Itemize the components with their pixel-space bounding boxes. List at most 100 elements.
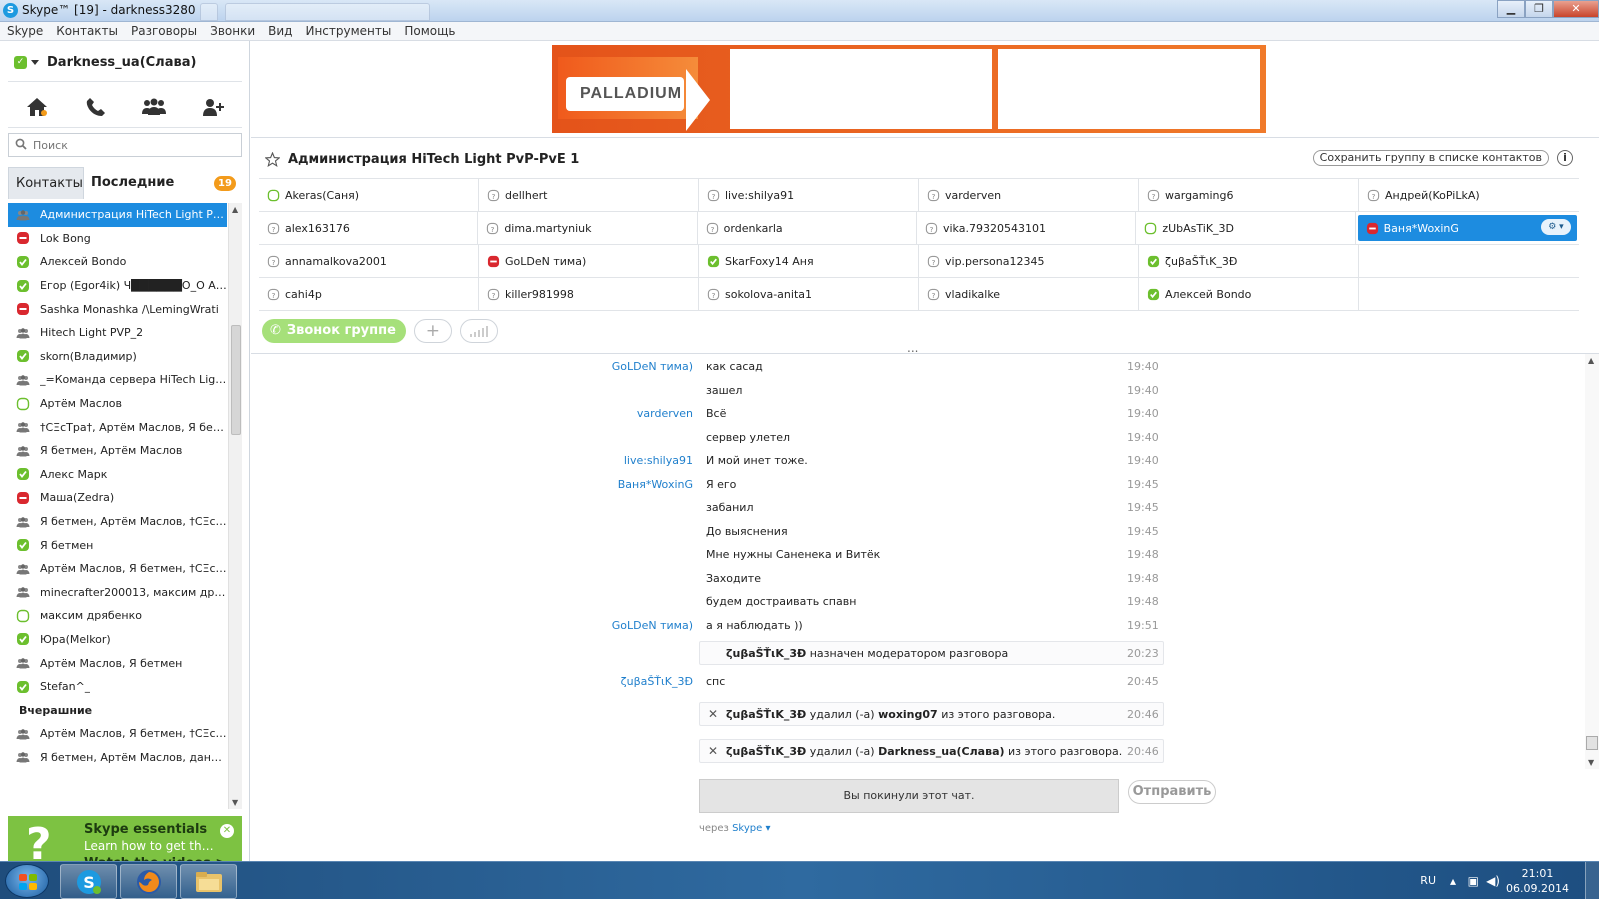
removed-user[interactable]: woxing07	[878, 708, 938, 721]
group-icon[interactable]	[139, 93, 169, 121]
list-item[interactable]: Lok Bong	[8, 227, 227, 251]
online-status-icon[interactable]: ✓	[14, 55, 27, 69]
participant[interactable]: ζuβaŠ̆ŤιK_3Đ	[1139, 245, 1359, 277]
participant[interactable]: ? ordenkarla	[698, 212, 917, 244]
menu-help[interactable]: Помощь	[397, 22, 461, 38]
message-author[interactable]: GoLDeN тима)	[612, 360, 693, 373]
star-icon[interactable]	[265, 151, 280, 167]
scroll-up-icon[interactable]: ▲	[232, 205, 238, 214]
participant[interactable]: SkarFoxy14 Аня	[699, 245, 919, 277]
system-user[interactable]: ζuβaŠ̆ŤιK_3Đ	[726, 745, 806, 758]
participant[interactable]: Алексей Bondo	[1139, 278, 1359, 310]
participant[interactable]: ? dellhert	[479, 179, 699, 211]
participant[interactable]: ? vip.persona12345	[919, 245, 1139, 277]
list-item[interactable]: Я бетмен, Артём Маслов, данил, ...	[8, 746, 227, 770]
list-item[interactable]: Sashka Monashka /\LemingWrati	[8, 297, 227, 321]
list-item[interactable]: Егор (Egor4ik) Ч██████О_О Акинин	[8, 274, 227, 298]
search-box[interactable]	[8, 133, 242, 157]
list-item[interactable]: Артём Маслов	[8, 392, 227, 416]
show-desktop-button[interactable]	[1585, 862, 1599, 899]
menu-calls[interactable]: Звонки	[203, 22, 261, 38]
maximize-button[interactable]: ❐	[1525, 0, 1553, 18]
language-indicator[interactable]: RU	[1420, 874, 1436, 887]
list-item[interactable]: Артём Маслов, Я бетмен, †CΞcTpa†	[8, 557, 227, 581]
participant[interactable]: Akeras(Саня)	[259, 179, 479, 211]
menu-contacts[interactable]: Контакты	[49, 22, 124, 38]
scroll-up-icon[interactable]: ▲	[1588, 356, 1594, 365]
message-author[interactable]: live:shilya91	[624, 454, 693, 467]
scroll-thumb[interactable]	[1586, 736, 1598, 750]
participant[interactable]: zUbAsTiK_3D	[1136, 212, 1356, 244]
list-item[interactable]: minecrafter200013, максим дрябенко	[8, 581, 227, 605]
home-icon[interactable]	[22, 93, 52, 121]
menu-skype[interactable]: Skype	[0, 22, 49, 38]
message-author[interactable]: Ваня*WoxinG	[618, 478, 693, 491]
removed-user[interactable]: Darkness_ua(Слава)	[878, 745, 1004, 758]
menu-tools[interactable]: Инструменты	[298, 22, 397, 38]
chevron-down-icon[interactable]	[31, 59, 39, 65]
minimize-button[interactable]: ▁	[1497, 0, 1525, 18]
phone-icon[interactable]	[81, 93, 111, 121]
taskbar-explorer[interactable]	[180, 864, 237, 899]
list-item[interactable]: Артём Маслов, Я бетмен, †CΞcTpa†	[8, 722, 227, 746]
message-input[interactable]: Вы покинули этот чат.	[699, 779, 1119, 813]
participant[interactable]: ? cahi4p	[259, 278, 479, 310]
list-item[interactable]: Hitech Light PVP_2	[8, 321, 227, 345]
save-group-button[interactable]: Сохранить группу в списке контактов	[1312, 150, 1549, 166]
network-icon[interactable]: ▣	[1468, 874, 1479, 888]
participant[interactable]: ? varderven	[919, 179, 1139, 211]
list-item[interactable]: Stefan^_	[8, 675, 227, 699]
system-user[interactable]: ζuβaŠ̆ŤιK_3Đ	[726, 708, 806, 721]
participant[interactable]: ? annamalkova2001	[259, 245, 479, 277]
list-item[interactable]: Я бетмен, Артём Маслов	[8, 439, 227, 463]
participant[interactable]: ? killer981998	[479, 278, 699, 310]
participant[interactable]: GoLDeN тима)	[479, 245, 699, 277]
close-banner-icon[interactable]: ✕	[220, 824, 234, 838]
list-item[interactable]: Алексей Bondo	[8, 250, 227, 274]
menu-view[interactable]: Вид	[261, 22, 298, 38]
taskbar-skype[interactable]: S	[60, 864, 117, 899]
chevron-down-icon[interactable]: ▾	[762, 823, 770, 834]
message-author[interactable]: ζuβaŠ̆ŤιK_3Đ	[621, 675, 693, 688]
participant[interactable]: ? alex163176	[259, 212, 479, 244]
list-item[interactable]: _=Команда сервера HiTech Light PvP	[8, 368, 227, 392]
participant[interactable]: ? vika.79320543101	[917, 212, 1137, 244]
chat-scrollbar[interactable]: ▲ ▼	[1585, 354, 1599, 769]
search-input[interactable]	[33, 136, 233, 154]
group-call-button[interactable]: ✆ Звонок группе	[262, 319, 406, 343]
participant[interactable]: ? live:shilya91	[699, 179, 919, 211]
participant[interactable]: ? sokolova-anita1	[699, 278, 919, 310]
list-item[interactable]: Маша(Zedra)	[8, 486, 227, 510]
menu-conversations[interactable]: Разговоры	[124, 22, 203, 38]
list-item[interactable]: Юра(Melkor)	[8, 628, 227, 652]
info-icon[interactable]: i	[1557, 150, 1573, 166]
profile-bar[interactable]: ✓ Darkness_ua(Слава)	[14, 51, 196, 73]
list-item[interactable]: Я бетмен	[8, 533, 227, 557]
list-item[interactable]: Я бетмен, Артём Маслов, †CΞcTpa†	[8, 510, 227, 534]
participant[interactable]: Ваня*WoxinG ⚙ ▾	[1357, 215, 1577, 241]
participant-menu-button[interactable]: ⚙ ▾	[1540, 219, 1571, 235]
list-item[interactable]: Артём Маслов, Я бетмен	[8, 651, 227, 675]
call-quality-button[interactable]	[459, 319, 498, 343]
list-item[interactable]: skorn(Владимир)	[8, 345, 227, 369]
participant[interactable]: ? Андрей(KoPiLkA)	[1359, 179, 1579, 211]
scroll-thumb[interactable]	[231, 325, 241, 435]
participant[interactable]: ? wargaming6	[1139, 179, 1359, 211]
message-author[interactable]: varderven	[637, 407, 693, 420]
send-button[interactable]: Отправить	[1128, 780, 1216, 804]
list-item[interactable]: †CΞcTpa†, Артём Маслов, Я бетмен	[8, 415, 227, 439]
scroll-down-icon[interactable]: ▼	[232, 798, 238, 807]
taskbar-firefox[interactable]	[120, 864, 177, 899]
advertisement-banner[interactable]: PALLADIUM	[552, 45, 1266, 133]
volume-icon[interactable]: ◀)	[1486, 874, 1500, 888]
list-item[interactable]: максим дрябенко	[8, 604, 227, 628]
list-item[interactable]: Администрация HiTech Light PvP-PvE 1	[8, 203, 227, 227]
add-contact-icon[interactable]	[198, 93, 228, 121]
start-button[interactable]	[5, 864, 49, 898]
participant[interactable]: ? dima.martyniuk	[478, 212, 698, 244]
list-scrollbar[interactable]: ▲ ▼	[228, 203, 242, 809]
list-item[interactable]: Алекс Марк	[8, 463, 227, 487]
system-user[interactable]: ζuβaŠ̆ŤιK_3Đ	[726, 647, 806, 660]
add-participant-button[interactable]: +	[413, 319, 452, 343]
profile-name[interactable]: Darkness_ua(Слава)	[47, 55, 196, 70]
